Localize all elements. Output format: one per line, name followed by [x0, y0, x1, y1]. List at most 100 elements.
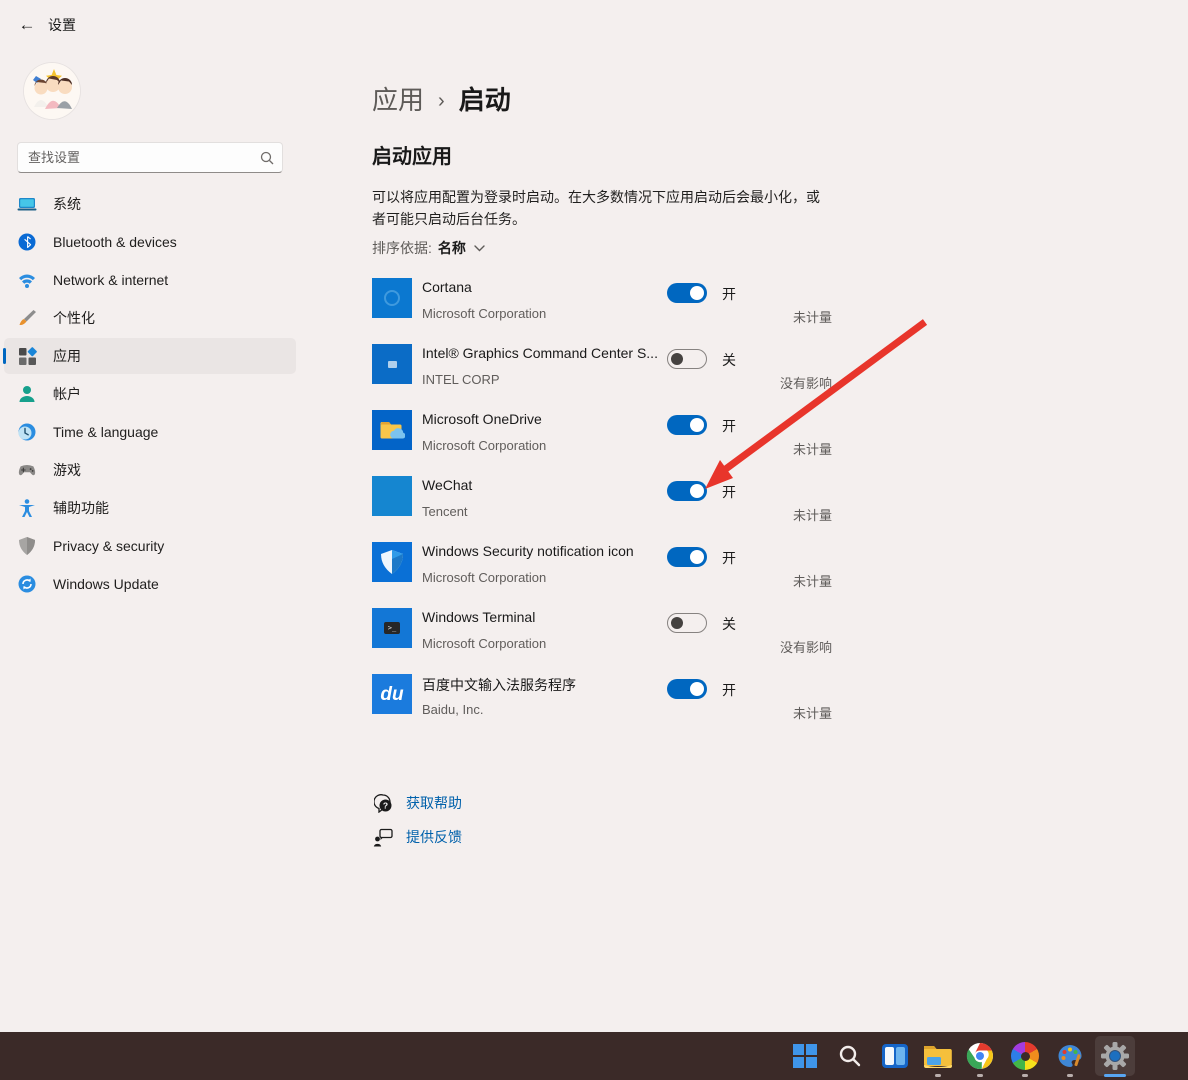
app-publisher: INTEL CORP — [422, 372, 500, 387]
app-publisher: Microsoft Corporation — [422, 438, 546, 453]
chrome-icon[interactable] — [960, 1036, 1000, 1076]
sidebar-item-label: 游戏 — [53, 460, 81, 480]
back-arrow-icon[interactable]: ← — [14, 12, 40, 38]
sidebar-item-system[interactable]: 系统 — [4, 186, 296, 222]
sidebar-item-label: Network & internet — [53, 272, 168, 288]
toggle-state-label: 开 — [722, 416, 736, 436]
sidebar-item-apps[interactable]: 应用 — [4, 338, 296, 374]
gaming-icon — [17, 460, 37, 480]
start-button[interactable] — [785, 1036, 825, 1076]
sidebar-item-label: Time & language — [53, 424, 158, 440]
app-name: Cortana — [422, 279, 472, 295]
task-view-icon[interactable] — [875, 1036, 915, 1076]
running-indicator — [935, 1074, 941, 1077]
network-icon — [17, 270, 37, 290]
search-icon[interactable] — [252, 151, 282, 165]
app-name: Windows Security notification icon — [422, 543, 634, 559]
user-avatar[interactable] — [24, 63, 80, 119]
accessibility-icon — [17, 498, 37, 518]
startup-toggle[interactable] — [667, 547, 707, 567]
toggle-state-label: 开 — [722, 284, 736, 304]
app-publisher: Baidu, Inc. — [422, 702, 483, 717]
sidebar-item-personalization[interactable]: 个性化 — [4, 300, 296, 336]
pinwheel-app-icon[interactable] — [1005, 1036, 1045, 1076]
app-name: Intel® Graphics Command Center S... — [422, 345, 658, 361]
app-name: WeChat — [422, 477, 472, 493]
app-publisher: Microsoft Corporation — [422, 570, 546, 585]
sort-label: 排序依据: — [372, 238, 432, 258]
feedback-label: 提供反馈 — [406, 827, 462, 847]
sidebar-item-network-internet[interactable]: Network & internet — [4, 262, 296, 298]
sidebar-item-time-language[interactable]: Time & language — [4, 414, 296, 450]
running-indicator — [1022, 1074, 1028, 1077]
time-language-icon — [17, 422, 37, 442]
sidebar-item-gaming[interactable]: 游戏 — [4, 452, 296, 488]
impact-label: 没有影响 — [780, 373, 832, 392]
privacy-shield-icon — [17, 536, 37, 556]
wechat-app-icon — [372, 476, 412, 516]
startup-toggle[interactable] — [667, 613, 707, 633]
paint-icon[interactable] — [1050, 1036, 1090, 1076]
file-explorer-icon[interactable] — [918, 1036, 958, 1076]
taskbar — [0, 1032, 1188, 1080]
startup-app-row: WeChat Tencent 开 未计量 — [372, 470, 832, 536]
feedback-icon — [372, 828, 394, 847]
active-app-indicator — [1104, 1074, 1126, 1077]
avatar-illustration — [24, 63, 80, 119]
baidu-ime-app-icon: du — [372, 674, 412, 714]
sidebar-item-label: 辅助功能 — [53, 498, 109, 518]
startup-app-row: >_ Windows Terminal Microsoft Corporatio… — [372, 602, 832, 668]
sidebar-nav: 系统 Bluetooth & devices Network & interne… — [0, 184, 300, 604]
sort-value: 名称 — [438, 238, 466, 258]
search-input[interactable] — [18, 150, 252, 165]
toggle-state-label: 开 — [722, 482, 736, 502]
sidebar-item-bluetooth-devices[interactable]: Bluetooth & devices — [4, 224, 296, 260]
startup-toggle-wechat[interactable] — [667, 481, 707, 501]
svg-text:?: ? — [382, 800, 387, 810]
startup-toggle[interactable] — [667, 349, 707, 369]
impact-label: 未计量 — [793, 571, 832, 590]
startup-toggle[interactable] — [667, 679, 707, 699]
app-publisher: Microsoft Corporation — [422, 636, 546, 651]
running-indicator — [1067, 1074, 1073, 1077]
startup-toggle[interactable] — [667, 415, 707, 435]
sidebar-item-windows-update[interactable]: Windows Update — [4, 566, 296, 602]
chevron-down-icon — [474, 245, 485, 252]
app-publisher: Microsoft Corporation — [422, 306, 546, 321]
sidebar-item-privacy-security[interactable]: Privacy & security — [4, 528, 296, 564]
startup-toggle[interactable] — [667, 283, 707, 303]
windows-update-icon — [17, 574, 37, 594]
startup-app-row: Microsoft OneDrive Microsoft Corporation… — [372, 404, 832, 470]
system-icon — [17, 194, 37, 214]
startup-app-row: Cortana Microsoft Corporation 开 未计量 — [372, 272, 832, 338]
section-description: 可以将应用配置为登录时启动。在大多数情况下应用启动后会最小化，或者可能只启动后台… — [372, 186, 830, 231]
settings-search-box[interactable] — [17, 142, 283, 173]
impact-label: 没有影响 — [780, 637, 832, 656]
sidebar-item-accessibility[interactable]: 辅助功能 — [4, 490, 296, 526]
settings-taskbar-icon[interactable] — [1095, 1036, 1135, 1076]
sort-dropdown[interactable]: 排序依据: 名称 — [372, 238, 485, 258]
toggle-state-label: 开 — [722, 680, 736, 700]
sidebar-item-accounts[interactable]: 帐户 — [4, 376, 296, 412]
intel-gcc-app-icon — [372, 344, 412, 384]
feedback-link[interactable]: 提供反馈 — [372, 827, 462, 847]
breadcrumb-parent[interactable]: 应用 — [372, 80, 424, 117]
breadcrumb: 应用 › 启动 — [372, 80, 511, 117]
app-name: Microsoft OneDrive — [422, 411, 542, 427]
toggle-state-label: 开 — [722, 548, 736, 568]
onedrive-app-icon — [372, 410, 412, 450]
taskbar-search-icon[interactable] — [830, 1036, 870, 1076]
sidebar-item-label: Bluetooth & devices — [53, 234, 177, 250]
page-title: 启动 — [459, 80, 511, 117]
toggle-state-label: 关 — [722, 614, 736, 634]
running-indicator — [977, 1074, 983, 1077]
windows-terminal-app-icon: >_ — [372, 608, 412, 648]
startup-app-row: Intel® Graphics Command Center S... INTE… — [372, 338, 832, 404]
windows-security-app-icon — [372, 542, 412, 582]
accounts-icon — [17, 384, 37, 404]
cortana-app-icon — [372, 278, 412, 318]
titlebar: ← 设置 — [0, 0, 1188, 48]
sidebar: 系统 Bluetooth & devices Network & interne… — [0, 48, 300, 1032]
get-help-link[interactable]: ? 获取帮助 — [372, 793, 462, 813]
sidebar-item-label: 帐户 — [53, 384, 81, 404]
